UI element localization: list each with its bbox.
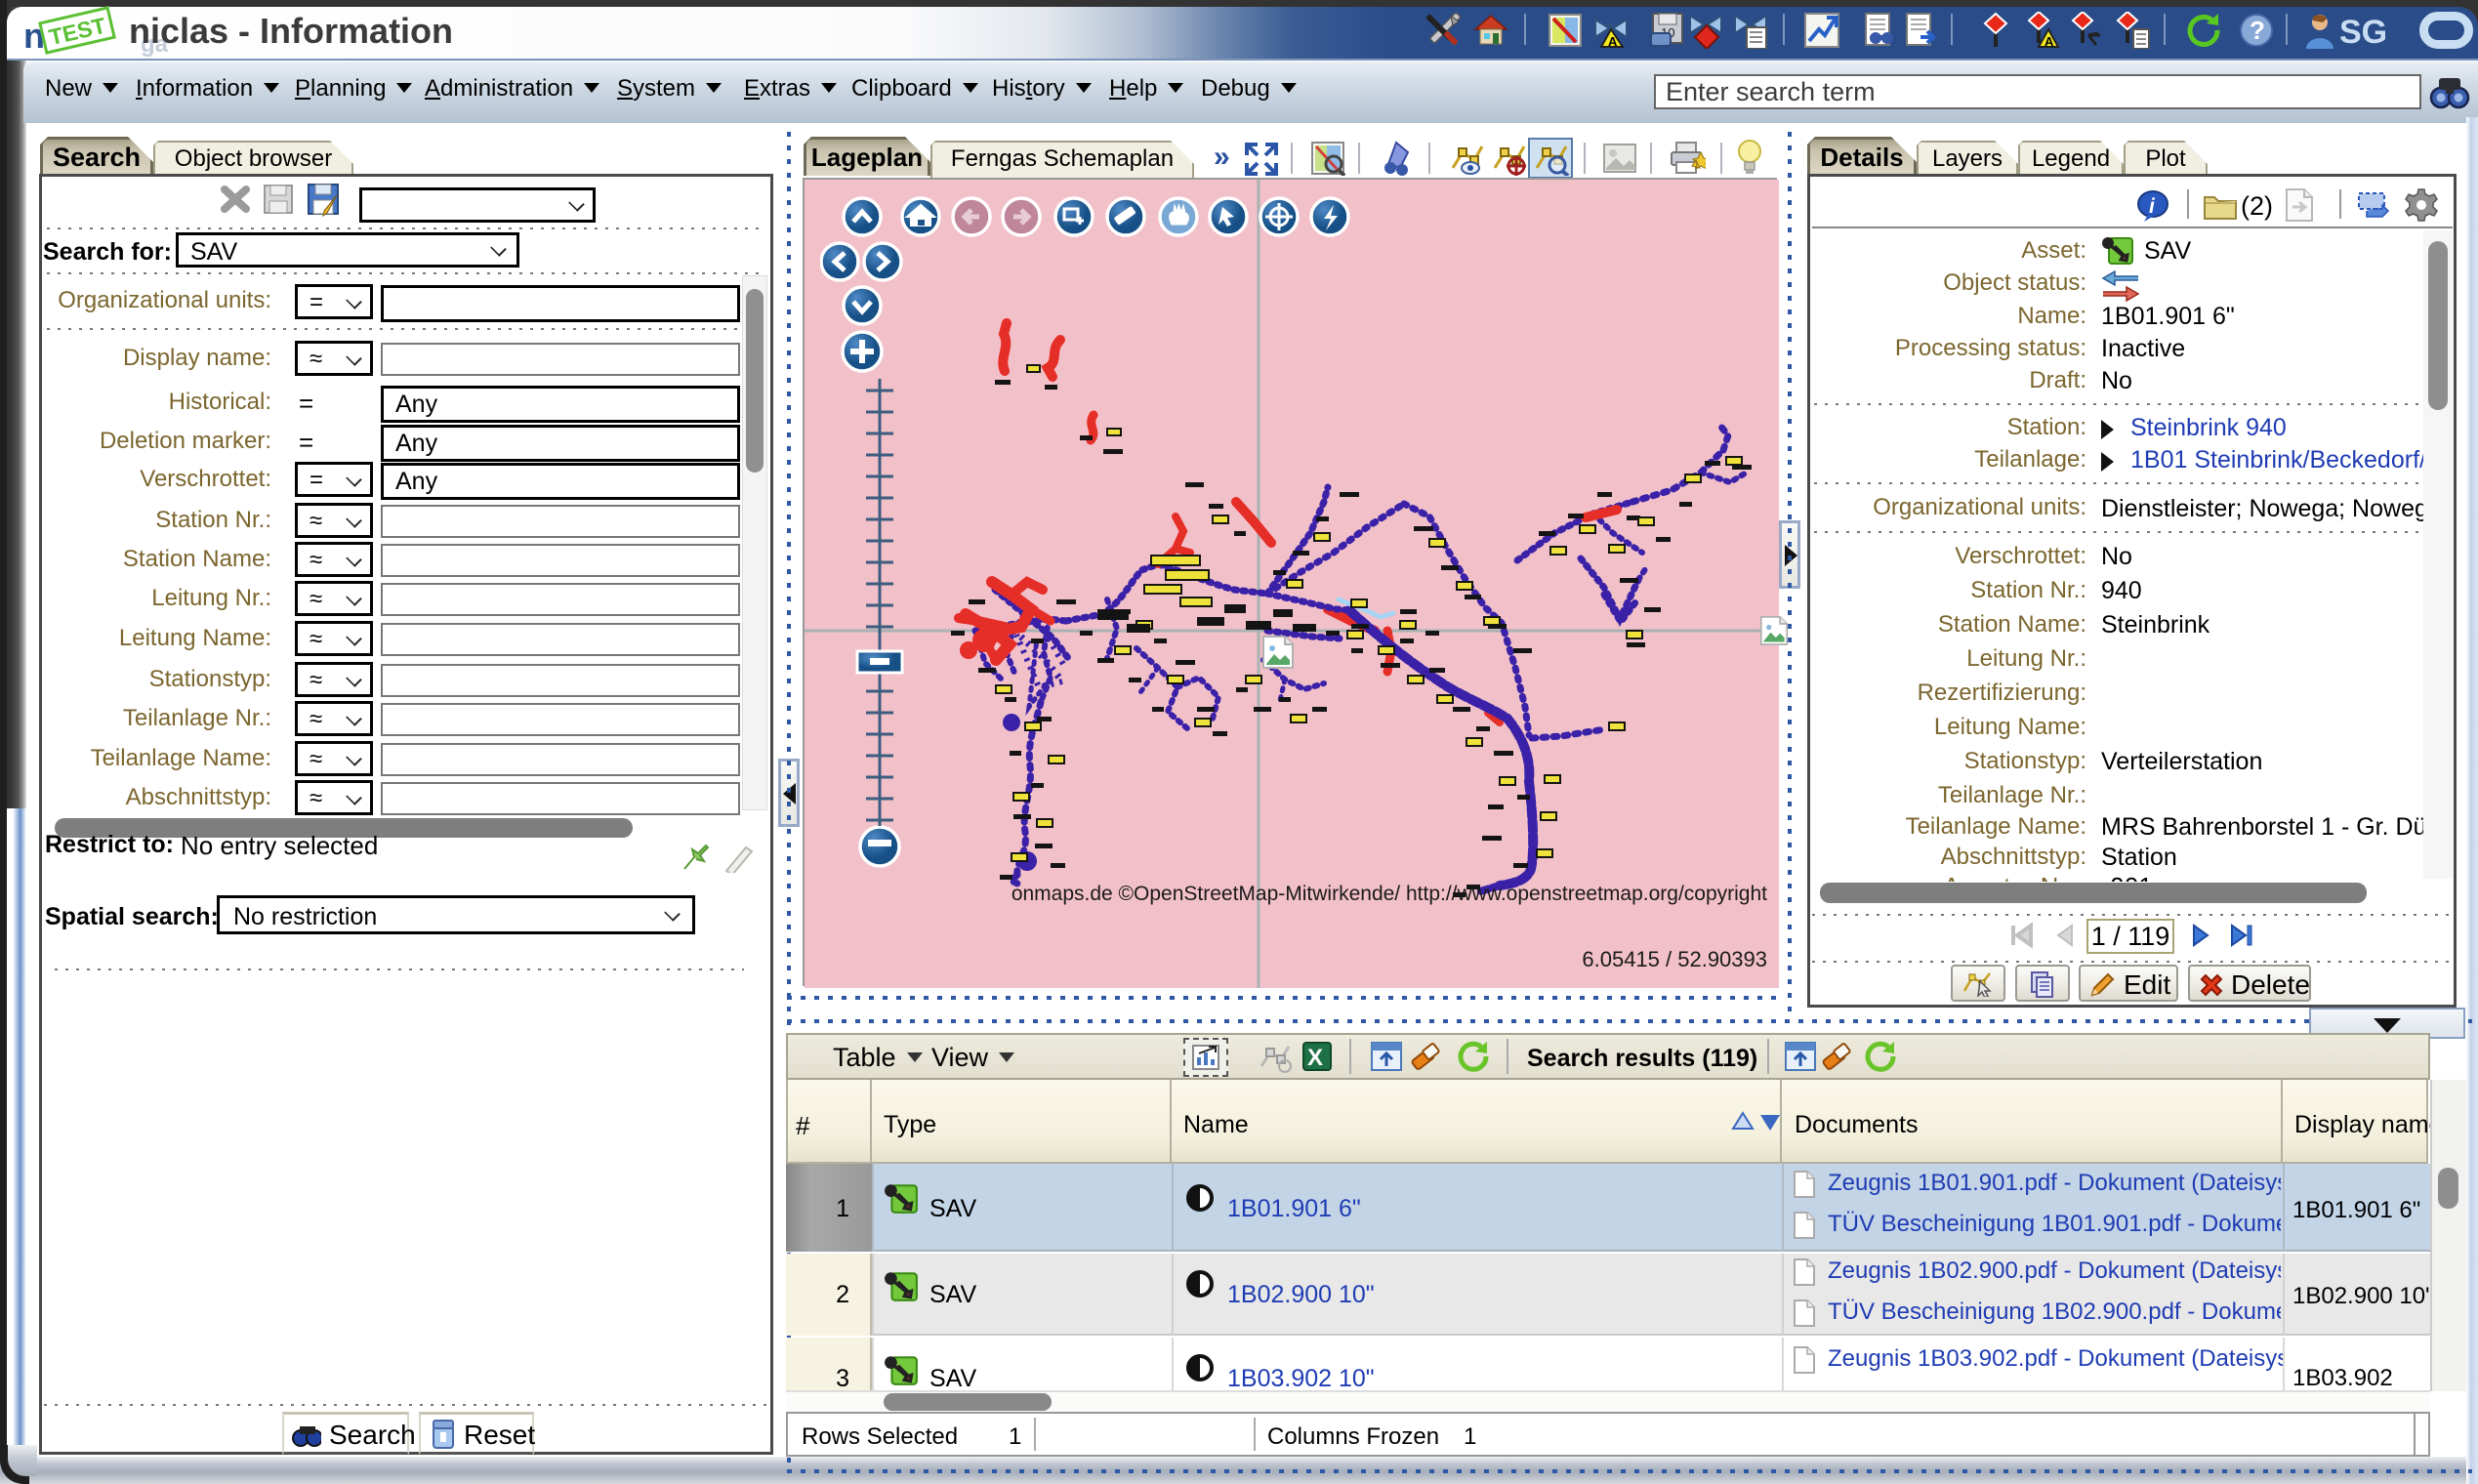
svg-text:X: X	[1307, 1045, 1323, 1071]
svg-text:A: A	[2044, 34, 2054, 49]
svg-text:?: ?	[2250, 16, 2265, 45]
svg-text:A: A	[1608, 34, 1618, 49]
